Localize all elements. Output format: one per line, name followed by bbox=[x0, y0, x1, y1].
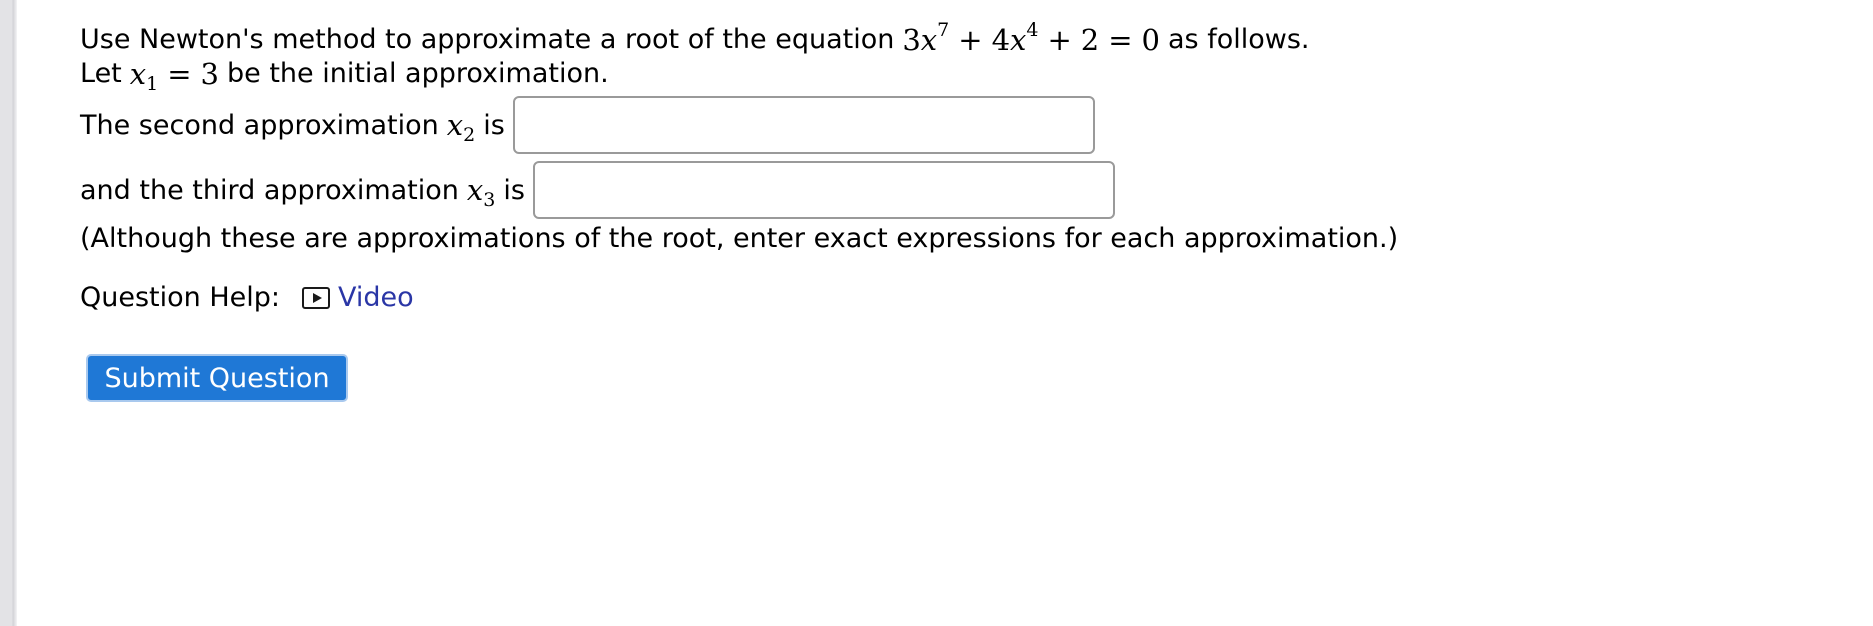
initial-approximation-line: Let x1 = 3 be the initial approximation. bbox=[80, 57, 1780, 94]
equation-exp-2: 4 bbox=[1026, 19, 1039, 41]
third-suffix: is bbox=[503, 174, 525, 206]
initial-math: x1 = 3 bbox=[129, 57, 219, 94]
initial-var: x bbox=[129, 57, 147, 91]
second-sub: 2 bbox=[463, 124, 476, 146]
left-page-border bbox=[0, 0, 17, 626]
intro-text: Use Newton's method to approximate a roo… bbox=[80, 24, 895, 55]
equation-var-2: x bbox=[1010, 23, 1027, 57]
play-video-icon bbox=[302, 286, 330, 309]
video-help-link[interactable]: Video bbox=[302, 282, 414, 313]
third-math: x3 bbox=[466, 173, 495, 210]
question-help: Question Help: Video bbox=[80, 282, 414, 313]
third-var: x bbox=[466, 173, 484, 207]
exact-expression-note: (Although these are approximations of th… bbox=[80, 223, 1399, 254]
intro-suffix: as follows. bbox=[1168, 24, 1310, 55]
initial-suffix: be the initial approximation. bbox=[226, 58, 609, 89]
third-approximation-input[interactable] bbox=[532, 161, 1115, 219]
question-text: Use Newton's method to approximate a roo… bbox=[80, 21, 1780, 94]
second-approximation-input[interactable] bbox=[512, 96, 1095, 154]
question-help-label: Question Help: bbox=[80, 282, 280, 313]
second-prefix: The second approximation bbox=[80, 109, 439, 141]
equation-equals: = bbox=[1108, 23, 1133, 57]
second-math: x2 bbox=[446, 108, 475, 145]
equation-coef-2: 4 bbox=[991, 23, 1011, 57]
submit-question-button[interactable]: Submit Question bbox=[86, 354, 348, 402]
equation-coef-1: 3 bbox=[902, 23, 921, 57]
initial-equals: = bbox=[167, 57, 192, 91]
initial-prefix: Let bbox=[80, 58, 122, 89]
equation: 3x7 +4x4 +2 = 0 bbox=[902, 21, 1160, 58]
third-prefix: and the third approximation bbox=[80, 174, 459, 206]
initial-sub: 1 bbox=[146, 73, 159, 95]
initial-value: 3 bbox=[200, 57, 219, 91]
third-sub: 3 bbox=[483, 189, 496, 211]
equation-exp-1: 7 bbox=[937, 19, 950, 41]
equation-constant: 2 bbox=[1080, 23, 1100, 57]
equation-rhs: 0 bbox=[1141, 23, 1160, 57]
question-intro-line: Use Newton's method to approximate a roo… bbox=[80, 21, 1780, 58]
second-suffix: is bbox=[483, 109, 505, 141]
equation-plus-1: + bbox=[958, 23, 983, 57]
equation-var-1: x bbox=[920, 23, 938, 57]
second-var: x bbox=[446, 108, 464, 142]
third-approximation-row: and the third approximation x3 is bbox=[80, 161, 1115, 219]
video-link-label: Video bbox=[338, 282, 414, 313]
equation-plus-2: + bbox=[1047, 23, 1072, 57]
second-approximation-row: The second approximation x2 is bbox=[80, 96, 1095, 154]
